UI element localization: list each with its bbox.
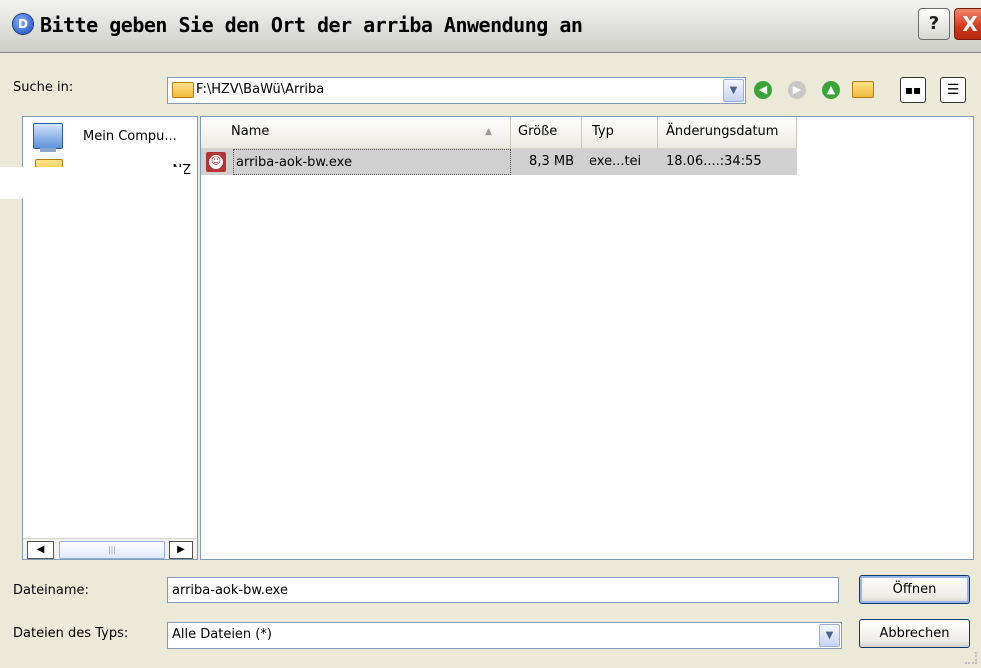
scroll-thumb[interactable]: ||| (59, 541, 165, 559)
up-arrow-icon: ▲ (822, 80, 840, 99)
up-folder-button[interactable]: ▲ (818, 77, 844, 103)
cancel-button[interactable]: Abbrechen (859, 619, 970, 648)
open-file-dialog: D Bitte geben Sie den Ort der arriba Anw… (0, 0, 981, 668)
file-size-cell: 8,3 MB (529, 154, 574, 169)
look-in-value: F:\HZV\BaWü\Arriba (196, 82, 325, 97)
list-icon: ☰ (946, 82, 960, 98)
file-list[interactable]: Name ▲ Größe Typ Änderungsdatum ☺ arriba… (200, 116, 974, 560)
file-date-cell: 18.06....:34:55 (666, 154, 762, 169)
title-bar[interactable]: D Bitte geben Sie den Ort der arriba Anw… (0, 0, 981, 53)
close-button[interactable]: X (954, 8, 981, 40)
sort-ascending-icon: ▲ (485, 127, 492, 137)
back-arrow-icon: ◀ (754, 80, 772, 99)
forward-button[interactable]: ▶ (784, 77, 810, 103)
file-type-cell: exe...tei (589, 154, 642, 169)
look-in-combo[interactable]: F:\HZV\BaWü\Arriba ▼ (167, 77, 746, 104)
look-in-label: Suche in: (13, 80, 74, 95)
my-computer-icon (33, 123, 63, 152)
chevron-down-icon[interactable]: ▼ (819, 624, 840, 647)
table-row[interactable]: ☺ arriba-aok-bw.exe 8,3 MB exe...tei 18.… (201, 149, 797, 175)
app-icon: D (13, 14, 33, 34)
open-button[interactable]: Öffnen (859, 575, 970, 604)
chevron-down-icon[interactable]: ▼ (723, 79, 744, 102)
column-header-type[interactable]: Typ (583, 117, 658, 148)
new-folder-icon (852, 81, 874, 98)
column-header-name[interactable]: Name ▲ (201, 117, 511, 148)
new-folder-button[interactable] (850, 77, 876, 103)
column-header-row: Name ▲ Größe Typ Änderungsdatum (201, 117, 797, 149)
views-icon: ▪▪ (904, 83, 922, 97)
forward-arrow-icon: ▶ (788, 80, 806, 99)
help-button[interactable]: ? (918, 8, 950, 40)
horizontal-scrollbar[interactable]: ◀ ||| ▶ (23, 538, 197, 559)
window-title: Bitte geben Sie den Ort der arriba Anwen… (40, 13, 583, 37)
file-name-cell: arriba-aok-bw.exe (233, 149, 511, 175)
place-label: Mein Compu... (83, 129, 177, 144)
views-button[interactable]: ▪▪ (900, 77, 926, 103)
exe-icon: ☺ (206, 152, 226, 172)
redaction-block (0, 167, 184, 199)
place-my-computer[interactable]: Mein Compu... (31, 123, 197, 152)
column-header-label: Name (231, 124, 270, 139)
scroll-left-icon[interactable]: ◀ (27, 541, 54, 559)
file-name-label: Dateiname: (13, 583, 89, 598)
column-header-size[interactable]: Größe (512, 117, 582, 148)
list-view-button[interactable]: ☰ (940, 77, 966, 103)
column-header-modified[interactable]: Änderungsdatum (659, 117, 797, 148)
file-type-label: Dateien des Typs: (13, 626, 129, 641)
folder-icon (172, 82, 194, 98)
file-type-value: Alle Dateien (*) (172, 627, 272, 642)
scroll-right-icon[interactable]: ▶ (169, 541, 193, 559)
file-name-input[interactable] (167, 577, 839, 603)
resize-grip-icon[interactable] (965, 652, 977, 664)
back-button[interactable]: ◀ (750, 77, 776, 103)
file-type-select[interactable]: Alle Dateien (*) ▼ (167, 622, 842, 649)
